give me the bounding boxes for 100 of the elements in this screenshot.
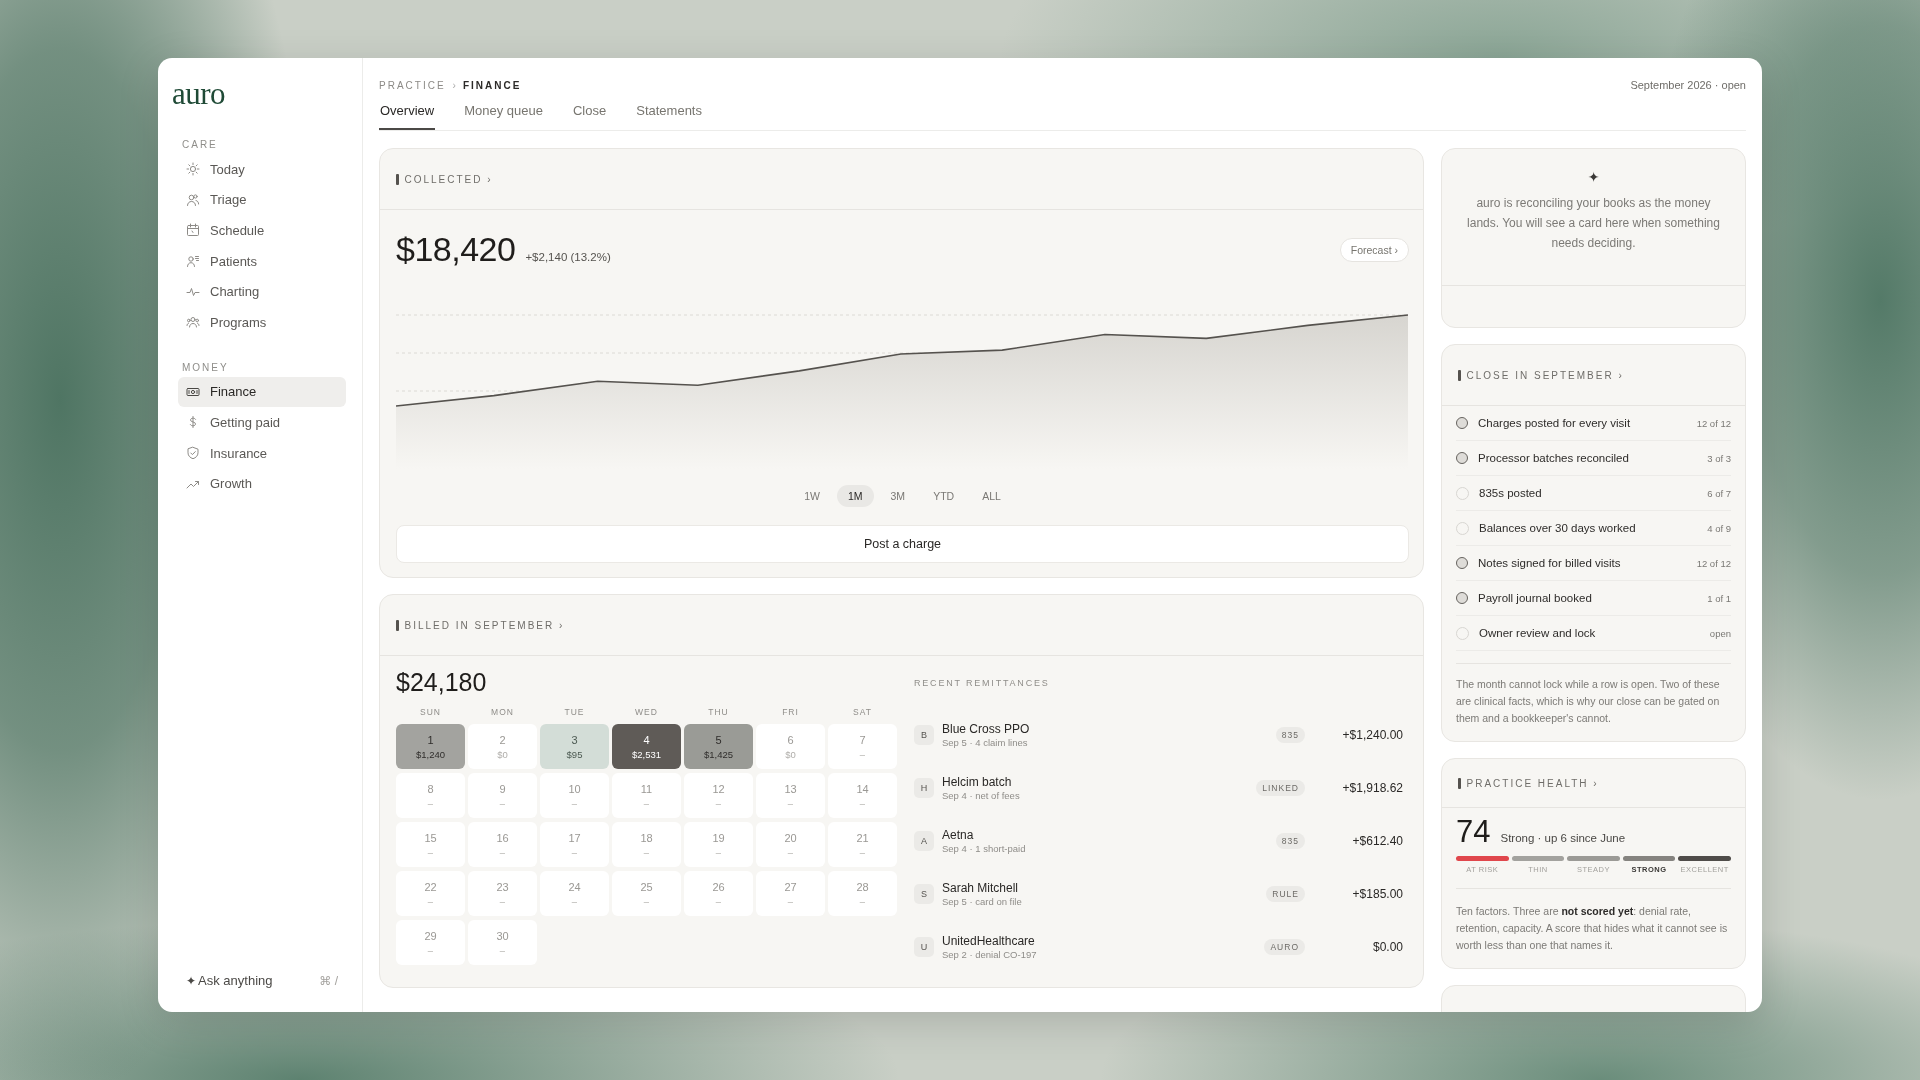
payer-detail: Sep 5 · card on file [942, 895, 1023, 907]
card-title[interactable]: BILLED IN SEPTEMBER › [404, 619, 565, 631]
sidebar-item[interactable]: Insurance [178, 437, 346, 469]
amount: +$612.40 [1351, 833, 1403, 848]
breadcrumb-link[interactable]: PRACTICE [379, 79, 446, 91]
note-text: Ten factors. Three are not scored yet: denial rate, retention, capacity. A score that hides what it cannot see is worth less than one that names it. [1456, 904, 1729, 953]
sidebar-item[interactable]: Finance [178, 376, 346, 408]
payer-name: Sarah Mitchell [942, 880, 1020, 895]
payer-name: Helcim batch [942, 774, 1013, 789]
calendar-day[interactable]: 30 – [468, 920, 537, 965]
calendar-day[interactable]: 13 – [756, 773, 825, 818]
calendar-day[interactable]: 15 – [396, 822, 465, 867]
sidebar-item[interactable]: Programs [178, 306, 346, 338]
day-number: 22 [424, 880, 437, 893]
progress-count: 12 of 12 [1696, 557, 1731, 569]
payer-detail: Sep 2 · denial CO-197 [942, 948, 1038, 960]
ask-button[interactable]: ✦Ask anything [186, 973, 273, 988]
calendar-day[interactable]: 8 – [396, 773, 465, 818]
calendar-day[interactable]: 5 $1,425 [684, 724, 753, 769]
calendar-day[interactable]: 27 – [756, 871, 825, 916]
calendar-day[interactable]: 28 – [828, 871, 897, 916]
calendar-day[interactable]: 10 – [540, 773, 609, 818]
checklist-label: Notes signed for billed visits [1478, 557, 1622, 569]
payer-detail: Sep 4 · net of fees [942, 789, 1021, 801]
calendar-day[interactable]: 29 – [396, 920, 465, 965]
group-icon [186, 315, 200, 330]
sidebar-item[interactable]: Patients [178, 245, 346, 277]
calendar-day[interactable]: 22 – [396, 871, 465, 916]
day-amount: – [859, 748, 866, 760]
sidebar-item[interactable]: Growth [178, 468, 346, 499]
period-label: September 2026 · open [1630, 79, 1746, 91]
calendar-day[interactable]: 19 – [684, 822, 753, 867]
day-number: 21 [856, 831, 869, 844]
tab[interactable]: Close [571, 103, 608, 130]
calendar-day[interactable]: 9 – [468, 773, 537, 818]
calendar-day[interactable]: 17 – [540, 822, 609, 867]
calendar-day[interactable]: 11 – [612, 773, 681, 818]
calendar-day[interactable]: 12 – [684, 773, 753, 818]
day-number: 13 [784, 782, 797, 795]
day-amount: $95 [566, 748, 583, 760]
tag: RULE [1266, 885, 1305, 902]
range-button[interactable]: ALL [971, 485, 1012, 507]
day-amount: $1,425 [703, 748, 734, 760]
card-title[interactable]: PRACTICE HEALTH › [1466, 777, 1599, 789]
day-amount: – [859, 846, 866, 858]
calendar-day[interactable]: 2 $0 [468, 724, 537, 769]
tab[interactable]: Money queue [463, 103, 544, 130]
sidebar-item[interactable]: Triage [178, 184, 346, 216]
range-button[interactable]: 1W [793, 485, 831, 507]
calendar-day[interactable]: 4 $2,531 [612, 724, 681, 769]
day-number: 19 [712, 831, 725, 844]
calendar-day[interactable]: 3 $95 [540, 724, 609, 769]
day-amount: – [715, 797, 722, 809]
range-button[interactable]: 1M [836, 485, 874, 507]
day-number: 18 [640, 831, 653, 844]
day-number: 11 [640, 782, 653, 795]
tag: AURO [1264, 938, 1305, 955]
calendar-day[interactable]: 23 – [468, 871, 537, 916]
calendar-day[interactable]: 1 $1,240 [396, 724, 465, 769]
sidebar-item[interactable]: Getting paid [178, 407, 346, 438]
day-number: 3 [571, 733, 578, 746]
tab[interactable]: Overview [379, 103, 436, 130]
day-amount: – [859, 895, 866, 907]
forecast-button[interactable]: Forecast › [1339, 237, 1409, 262]
checklist-label: Payroll journal booked [1478, 592, 1593, 604]
day-number: 6 [787, 733, 794, 746]
sidebar-item[interactable]: Today [178, 154, 346, 185]
day-amount: – [499, 797, 506, 809]
amount: +$1,918.62 [1341, 780, 1403, 795]
calendar-day[interactable]: 7 – [828, 724, 897, 769]
calendar-day[interactable]: 25 – [612, 871, 681, 916]
range-button[interactable]: 3M [879, 485, 917, 507]
calendar-day[interactable]: 24 – [540, 871, 609, 916]
card-title[interactable]: CLOSE IN SEPTEMBER › [1466, 369, 1624, 381]
day-number: 15 [424, 831, 437, 844]
calendar-day[interactable]: 14 – [828, 773, 897, 818]
calendar-day[interactable]: 18 – [612, 822, 681, 867]
weekday-label: MON [490, 707, 515, 719]
day-number: 4 [643, 733, 650, 746]
card-title[interactable]: COLLECTED › [404, 173, 493, 185]
initial-avatar: B [914, 724, 934, 745]
calendar-day[interactable]: 16 – [468, 822, 537, 867]
range-button[interactable]: YTD [922, 485, 966, 507]
calendar-day[interactable]: 20 – [756, 822, 825, 867]
sidebar-item[interactable]: Schedule [178, 215, 346, 246]
tag: 835 [1275, 726, 1305, 743]
post-charge-button[interactable]: Post a charge [396, 525, 1409, 563]
calendar-day[interactable]: 6 $0 [756, 724, 825, 769]
tab[interactable]: Statements [635, 103, 703, 130]
day-number: 29 [424, 929, 437, 942]
calendar-day[interactable]: 21 – [828, 822, 897, 867]
day-amount: – [643, 797, 650, 809]
day-number: 8 [427, 782, 434, 795]
day-number: 7 [859, 733, 866, 746]
calendar-day[interactable]: 26 – [684, 871, 753, 916]
day-number: 25 [640, 880, 653, 893]
tag: 835 [1275, 832, 1305, 849]
section-heading: CARE [182, 139, 218, 150]
sidebar-item[interactable]: Charting [178, 276, 346, 307]
day-amount: – [787, 797, 794, 809]
